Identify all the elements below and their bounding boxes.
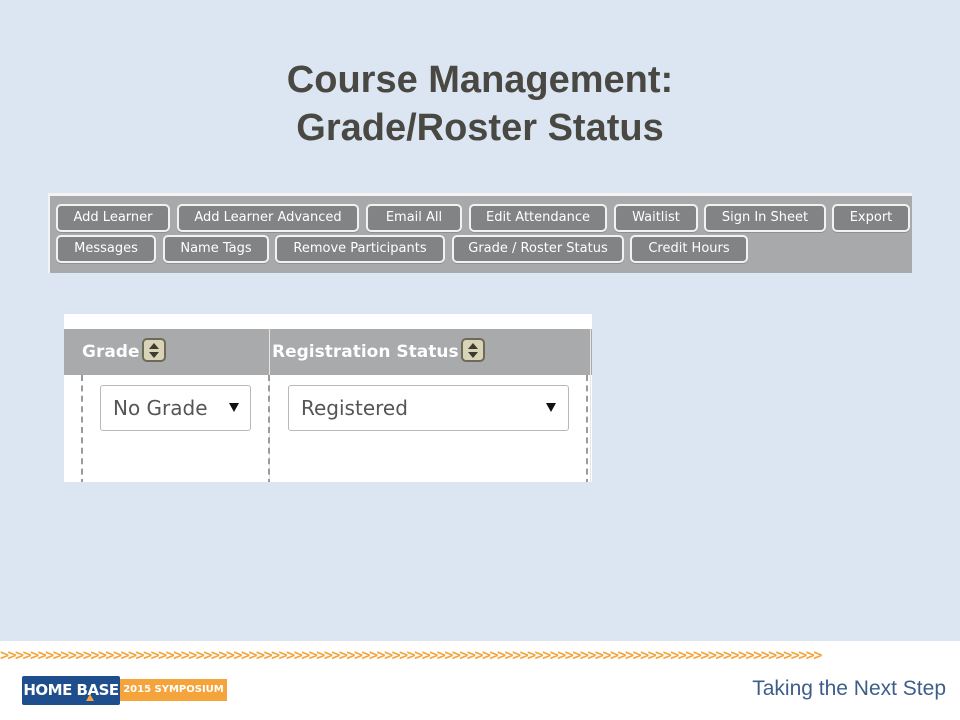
add-learner-button[interactable]: Add Learner bbox=[56, 204, 170, 232]
messages-button[interactable]: Messages bbox=[56, 235, 156, 263]
logo-home-base-text: HOME BASE bbox=[22, 676, 120, 705]
edit-attendance-button[interactable]: Edit Attendance bbox=[469, 204, 607, 232]
grade-select[interactable]: No Grade bbox=[100, 385, 251, 431]
export-button[interactable]: Export bbox=[832, 204, 910, 232]
grade-roster-status-button[interactable]: Grade / Roster Status bbox=[452, 235, 624, 263]
slide-footer: >>>>>>>>>>>>>>>>>>>>>>>>>>>>>>>>>>>>>>>>… bbox=[0, 641, 960, 720]
registration-status-column-header[interactable]: Registration Status bbox=[272, 329, 485, 375]
dropdown-arrow-icon bbox=[229, 403, 239, 412]
cell-border-dashed bbox=[268, 375, 270, 482]
name-tags-button[interactable]: Name Tags bbox=[163, 235, 269, 263]
slide-title-line2: Grade/Roster Status bbox=[296, 107, 664, 149]
email-all-button[interactable]: Email All bbox=[366, 204, 462, 232]
slide-title-line1: Course Management: bbox=[286, 59, 674, 101]
grade-select-value: No Grade bbox=[113, 396, 208, 420]
registration-status-header-label: Registration Status bbox=[272, 342, 459, 362]
cell-border-dashed bbox=[586, 375, 588, 482]
house-roof-icon bbox=[86, 694, 94, 701]
toolbar-row-2: Messages Name Tags Remove Participants G… bbox=[56, 235, 912, 266]
sort-updown-icon[interactable] bbox=[460, 338, 485, 362]
registration-status-select[interactable]: Registered bbox=[288, 385, 569, 431]
course-actions-toolbar: Add Learner Add Learner Advanced Email A… bbox=[48, 193, 912, 273]
grid-header: Grade Registration Status bbox=[64, 329, 592, 375]
column-divider bbox=[590, 329, 591, 482]
grade-roster-grid: Grade Registration Status No Grade Regis… bbox=[64, 314, 592, 482]
grade-header-label: Grade bbox=[82, 342, 140, 362]
toolbar-row-1: Add Learner Add Learner Advanced Email A… bbox=[56, 204, 912, 235]
registration-status-select-value: Registered bbox=[301, 396, 408, 420]
slide-title: Course Management: Grade/Roster Status bbox=[0, 56, 960, 152]
dropdown-arrow-icon bbox=[546, 403, 556, 412]
cell-border-dashed bbox=[81, 375, 83, 482]
waitlist-button[interactable]: Waitlist bbox=[614, 204, 698, 232]
add-learner-advanced-button[interactable]: Add Learner Advanced bbox=[177, 204, 359, 232]
grade-column-header[interactable]: Grade bbox=[82, 329, 166, 375]
sign-in-sheet-button[interactable]: Sign In Sheet bbox=[704, 204, 826, 232]
logo-symposium-badge: 2015 SYMPOSIUM bbox=[120, 679, 227, 701]
remove-participants-button[interactable]: Remove Participants bbox=[275, 235, 445, 263]
credit-hours-button[interactable]: Credit Hours bbox=[630, 235, 748, 263]
chevron-border: >>>>>>>>>>>>>>>>>>>>>>>>>>>>>>>>>>>>>>>>… bbox=[0, 647, 822, 663]
sort-updown-icon[interactable] bbox=[141, 338, 166, 362]
tagline: Taking the Next Step bbox=[752, 677, 946, 700]
